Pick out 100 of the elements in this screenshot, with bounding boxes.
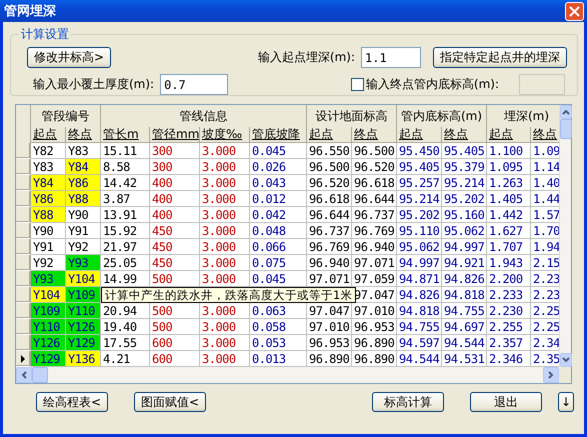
table-cell: 1.263 [487, 175, 531, 191]
row-header[interactable] [16, 223, 31, 239]
specify-depth-button[interactable]: 指定特定起点井的埋深 [433, 47, 567, 68]
scrollbar-thumb[interactable] [560, 119, 572, 139]
table-cell: 96.520 [307, 175, 352, 191]
column-header[interactable]: 终点 [531, 127, 559, 143]
table-cell: 95.450 [397, 143, 442, 159]
table-cell: 2.233 [487, 287, 531, 303]
row-pointer-icon[interactable] [16, 351, 31, 367]
close-icon[interactable] [565, 2, 584, 20]
table-cell: 96.550 [307, 143, 352, 159]
column-header[interactable]: 终点 [352, 127, 397, 143]
table-cell: 0.043 [250, 175, 307, 191]
table-cell: Y93 [66, 255, 101, 271]
table-cell: 94.921 [442, 255, 487, 271]
table-cell: 96.890 [352, 335, 397, 351]
table-cell: 3.000 [200, 239, 250, 255]
row-header[interactable] [16, 271, 31, 287]
table-cell: 21.97 [101, 239, 150, 255]
table-cell: 94.544 [442, 335, 487, 351]
table-cell: Y91 [66, 223, 101, 239]
table-cell: Y92 [31, 255, 66, 271]
table-cell: 96.953 [307, 335, 352, 351]
table-cell: 3.000 [200, 175, 250, 191]
row-header[interactable] [16, 175, 31, 191]
table-cell: 0.058 [250, 319, 307, 335]
table-cell: 96.737 [307, 223, 352, 239]
table-cell: 97.010 [352, 303, 397, 319]
table-cell: 95.202 [442, 191, 487, 207]
modify-elevation-button[interactable]: 修改井标高> [27, 47, 112, 68]
column-header[interactable]: 终点 [66, 127, 101, 143]
horizontal-scrollbar[interactable] [16, 367, 559, 383]
table-cell: 1.405 [487, 191, 531, 207]
scroll-up-icon[interactable] [560, 105, 572, 119]
column-header[interactable]: 管径mm [150, 127, 200, 143]
row-header[interactable] [16, 143, 31, 159]
table-cell: 3.000 [200, 159, 250, 175]
column-header[interactable]: 管底坡降 [250, 127, 307, 143]
row-header[interactable] [16, 287, 31, 303]
row-header[interactable] [16, 191, 31, 207]
table-cell: 96.618 [307, 191, 352, 207]
table-cell: 96.769 [352, 223, 397, 239]
action-button[interactable]: 绘高程表< [36, 392, 108, 412]
row-header[interactable] [16, 239, 31, 255]
table-cell: 94.818 [397, 303, 442, 319]
action-button[interactable]: 退出 [470, 392, 542, 412]
table-cell: 96.520 [352, 159, 397, 175]
table-cell: 97.010 [307, 319, 352, 335]
column-header[interactable]: 起点 [307, 127, 352, 143]
table-cell: 2.255 [487, 319, 531, 335]
table-cell: 96.737 [352, 207, 397, 223]
table-cell: 95.062 [397, 239, 442, 255]
table-cell: 96.940 [352, 239, 397, 255]
scroll-left-icon[interactable] [16, 367, 32, 383]
table-cell: 96.500 [307, 159, 352, 175]
row-header[interactable] [16, 303, 31, 319]
table-cell: Y126 [66, 319, 101, 335]
table-cell: 1.100 [487, 143, 531, 159]
column-header[interactable]: 终点 [442, 127, 487, 143]
table-cell: 96.940 [307, 255, 352, 271]
table-cell: 3.000 [200, 255, 250, 271]
group-header: 埋深(m) [487, 105, 559, 128]
column-header[interactable]: 起点 [31, 127, 66, 143]
table-cell: Y90 [31, 223, 66, 239]
arrow-button[interactable]: ↓ [558, 392, 574, 412]
action-button[interactable]: 图面赋值< [134, 392, 206, 412]
table-cell: 0.026 [250, 159, 307, 175]
table-cell: 3.000 [200, 143, 250, 159]
row-header[interactable] [16, 159, 31, 175]
end-invert-checkbox[interactable] [350, 78, 364, 91]
start-depth-field[interactable]: 1.1 [361, 47, 421, 68]
table-cell: 450 [150, 255, 200, 271]
column-header[interactable]: 管长m [101, 127, 150, 143]
table-cell: 0.045 [250, 143, 307, 159]
vertical-scrollbar[interactable] [559, 105, 571, 367]
scroll-right-icon[interactable] [543, 367, 559, 383]
table-cell: 95.257 [397, 175, 442, 191]
table-cell: Y126 [31, 335, 66, 351]
table-cell: 600 [150, 335, 200, 351]
table-cell: 400 [150, 207, 200, 223]
end-invert-label: 输入终点管内底标高(m): [366, 76, 499, 93]
column-header[interactable]: 坡度‰ [200, 127, 250, 143]
column-header[interactable]: 起点 [397, 127, 442, 143]
scroll-down-icon[interactable] [560, 353, 572, 367]
table-cell: 95.405 [442, 143, 487, 159]
scrollbar-thumb[interactable] [32, 367, 48, 383]
row-header[interactable] [16, 207, 31, 223]
table-cell: 0.012 [250, 191, 307, 207]
table-cell: 19.40 [101, 319, 150, 335]
table-cell: 97.071 [352, 255, 397, 271]
column-header[interactable]: 起点 [487, 127, 531, 143]
table-cell: 2.200 [487, 271, 531, 287]
min-cover-field[interactable]: 0.7 [160, 74, 228, 95]
table-cell: 94.871 [397, 271, 442, 287]
row-header[interactable] [16, 319, 31, 335]
table-cell: 94.697 [442, 319, 487, 335]
action-button[interactable]: 标高计算 [372, 392, 444, 412]
table-cell: 1.943 [487, 255, 531, 271]
row-header[interactable] [16, 255, 31, 271]
table-cell: 400 [150, 175, 200, 191]
